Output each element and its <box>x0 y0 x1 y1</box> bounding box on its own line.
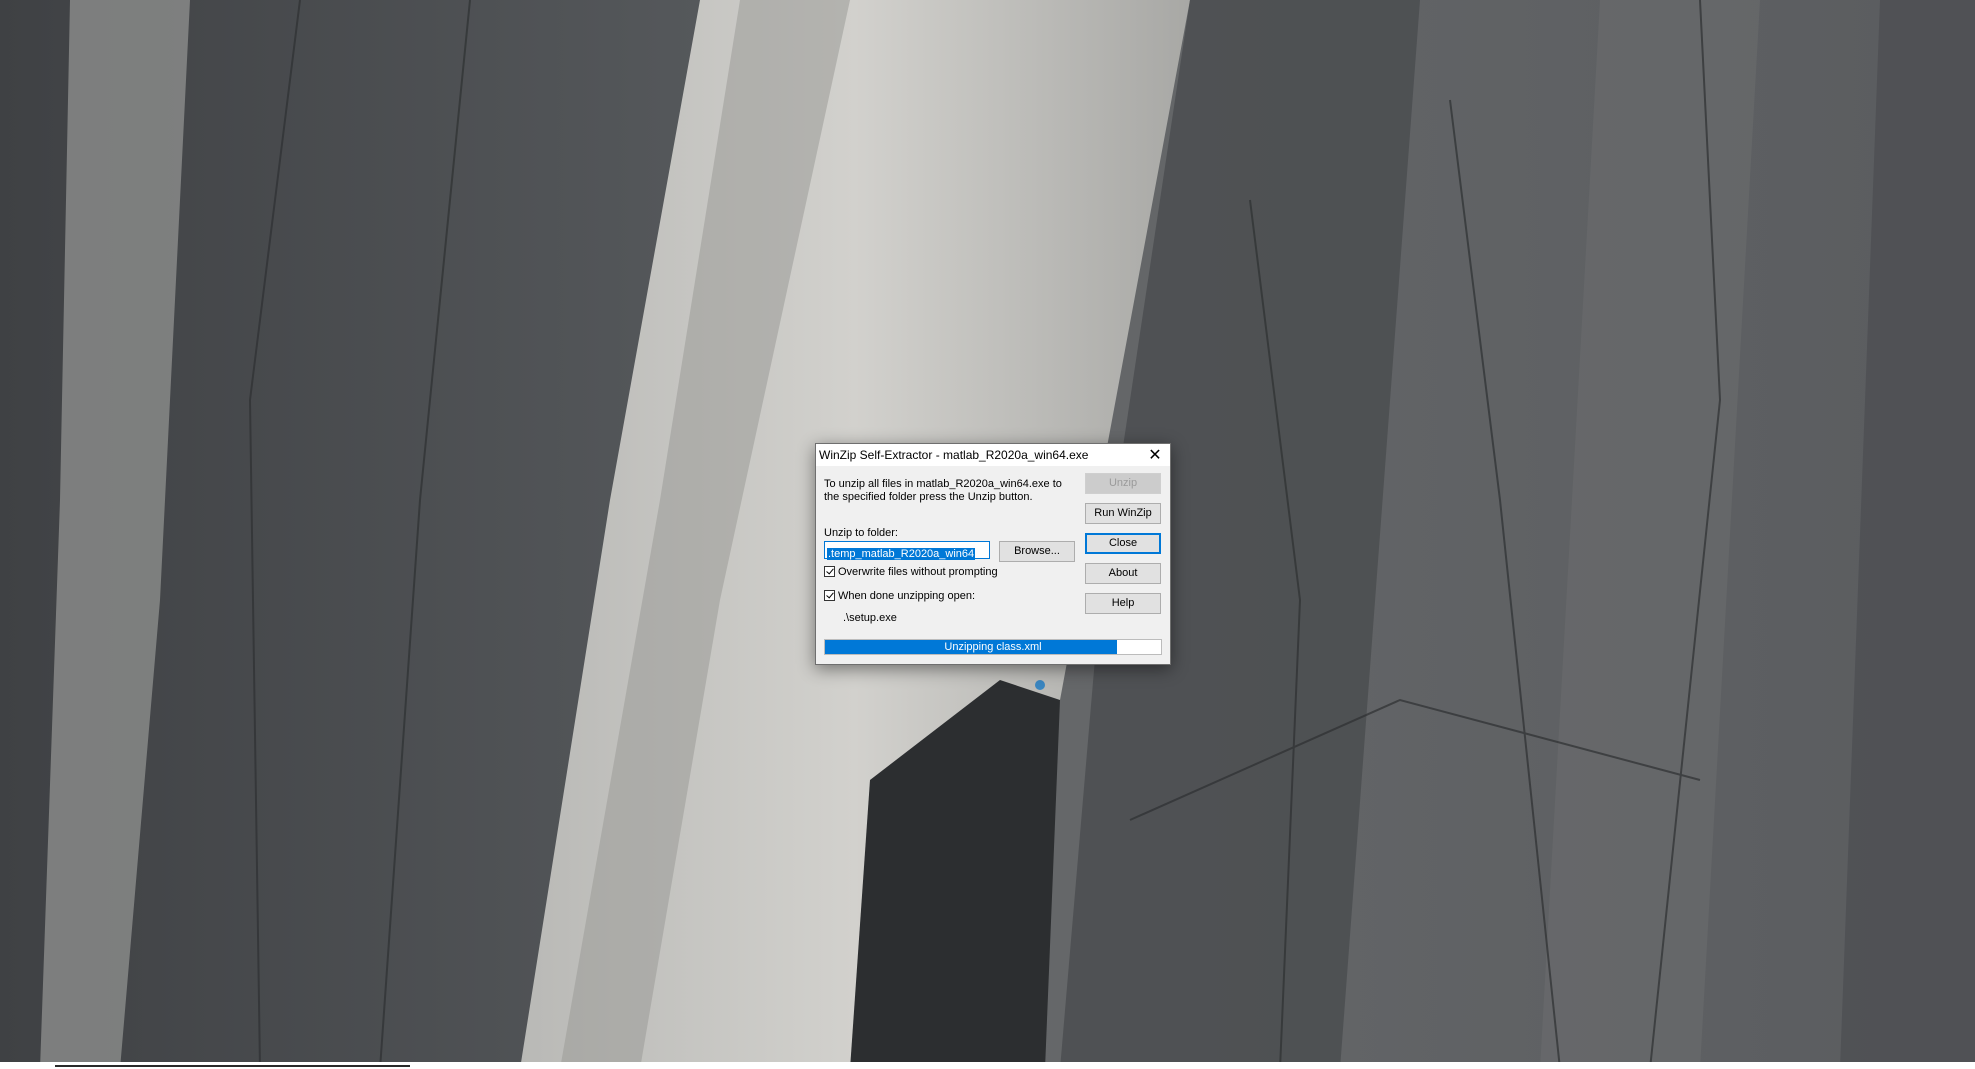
open-target-path: .\setup.exe <box>843 612 897 624</box>
extraction-progress-bar: Unzipping class.xml <box>824 639 1162 655</box>
dialog-title: WinZip Self-Extractor - matlab_R2020a_wi… <box>819 448 1089 462</box>
unzip-folder-input[interactable]: .temp_matlab_R2020a_win64 <box>824 541 990 560</box>
overwrite-checkbox-row[interactable]: Overwrite files without prompting <box>824 566 998 578</box>
progress-status-text: Unzipping class.xml <box>944 641 1042 653</box>
unzip-button[interactable]: Unzip <box>1085 473 1161 494</box>
overwrite-label: Overwrite files without prompting <box>838 566 998 578</box>
overwrite-checkbox[interactable] <box>824 566 835 577</box>
winzip-self-extractor-dialog: WinZip Self-Extractor - matlab_R2020a_wi… <box>815 443 1171 665</box>
dialog-description: To unzip all files in matlab_R2020a_win6… <box>824 478 1062 503</box>
taskbar-edge <box>0 1062 1975 1069</box>
climber-figure <box>1035 680 1045 690</box>
browse-button[interactable]: Browse... <box>999 541 1075 562</box>
close-button[interactable]: Close <box>1085 533 1161 554</box>
run-winzip-button[interactable]: Run WinZip <box>1085 503 1161 524</box>
taskbar-segment <box>55 1065 410 1067</box>
when-done-checkbox-row[interactable]: When done unzipping open: <box>824 590 975 602</box>
close-icon[interactable]: ✕ <box>1140 444 1170 466</box>
when-done-checkbox[interactable] <box>824 590 835 601</box>
about-button[interactable]: About <box>1085 563 1161 584</box>
unzip-folder-label: Unzip to folder: <box>824 527 898 539</box>
dialog-titlebar[interactable]: WinZip Self-Extractor - matlab_R2020a_wi… <box>816 444 1170 466</box>
when-done-label: When done unzipping open: <box>838 590 975 602</box>
help-button[interactable]: Help <box>1085 593 1161 614</box>
unzip-folder-value: .temp_matlab_R2020a_win64 <box>827 548 976 560</box>
